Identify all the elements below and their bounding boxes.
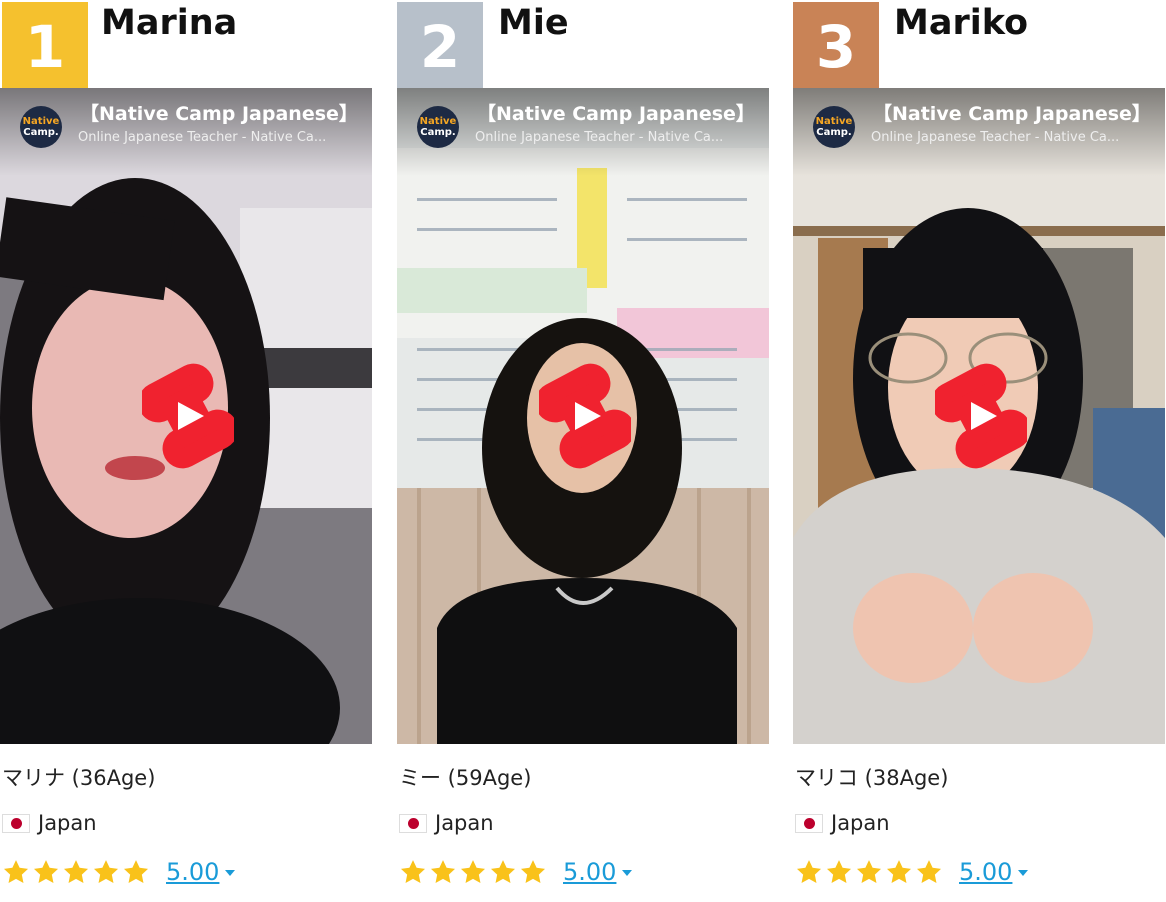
star-icon: [429, 858, 457, 886]
teacher-ranking: 1 Marina Native Camp. 【Native Camp Japan…: [0, 0, 1166, 902]
video-title[interactable]: 【Native Camp Japanese】: [477, 102, 751, 126]
teacher-card-3: 3 Mariko Native Camp. 【Native Camp Japan…: [793, 0, 1165, 902]
rank-badge: 1: [2, 2, 88, 88]
country-label: Japan: [38, 811, 97, 835]
country-row: Japan: [795, 808, 890, 838]
channel-logo-text: Camp.: [23, 127, 59, 138]
japan-flag-icon: [399, 813, 427, 833]
youtube-shorts-play-icon[interactable]: [142, 362, 234, 470]
star-icon: [92, 858, 120, 886]
rank-badge: 2: [397, 2, 483, 88]
star-rating: [2, 858, 150, 886]
teacher-name-age: マリナ (36Age): [2, 766, 156, 790]
star-icon: [2, 858, 30, 886]
star-icon: [825, 858, 853, 886]
channel-logo[interactable]: Native Camp.: [813, 106, 855, 148]
channel-logo[interactable]: Native Camp.: [20, 106, 62, 148]
teacher-name[interactable]: Mie: [498, 0, 569, 46]
star-icon: [855, 858, 883, 886]
country-row: Japan: [2, 808, 97, 838]
rating-score-link[interactable]: 5.00: [166, 858, 219, 886]
star-icon: [885, 858, 913, 886]
video-thumbnail[interactable]: Native Camp. 【Native Camp Japanese】 Onli…: [793, 88, 1165, 744]
japan-flag-icon: [795, 813, 823, 833]
video-subtitle: Online Japanese Teacher - Native Ca...: [871, 130, 1120, 145]
video-thumbnail[interactable]: Native Camp. 【Native Camp Japanese】 Onli…: [397, 88, 769, 744]
channel-logo-text: Native: [22, 116, 60, 127]
teacher-card-2: 2 Mie Native Camp. 【Native Camp Japanese…: [397, 0, 769, 902]
rating-row: 5.00: [795, 852, 1029, 892]
video-thumbnail[interactable]: Native Camp. 【Native Camp Japanese】 Onli…: [0, 88, 372, 744]
channel-logo-text: Camp.: [816, 127, 852, 138]
star-icon: [459, 858, 487, 886]
chevron-down-icon[interactable]: [1018, 870, 1029, 876]
channel-logo-text: Native: [419, 116, 457, 127]
country-label: Japan: [831, 811, 890, 835]
teacher-name[interactable]: Mariko: [894, 0, 1028, 46]
youtube-shorts-play-icon[interactable]: [539, 362, 631, 470]
star-rating: [795, 858, 943, 886]
video-title[interactable]: 【Native Camp Japanese】: [80, 102, 354, 126]
star-icon: [399, 858, 427, 886]
star-rating: [399, 858, 547, 886]
star-icon: [32, 858, 60, 886]
chevron-down-icon[interactable]: [622, 870, 633, 876]
video-subtitle: Online Japanese Teacher - Native Ca...: [475, 130, 724, 145]
star-icon: [915, 858, 943, 886]
channel-logo-text: Native: [815, 116, 853, 127]
teacher-card-1: 1 Marina Native Camp. 【Native Camp Japan…: [0, 0, 372, 902]
youtube-shorts-play-icon[interactable]: [935, 362, 1027, 470]
channel-logo[interactable]: Native Camp.: [417, 106, 459, 148]
chevron-down-icon[interactable]: [225, 870, 236, 876]
rank-badge: 3: [793, 2, 879, 88]
rating-row: 5.00: [399, 852, 633, 892]
video-subtitle: Online Japanese Teacher - Native Ca...: [78, 130, 327, 145]
country-row: Japan: [399, 808, 494, 838]
teacher-name-age: マリコ (38Age): [795, 766, 949, 790]
rating-score-link[interactable]: 5.00: [959, 858, 1012, 886]
teacher-name[interactable]: Marina: [101, 0, 237, 46]
star-icon: [795, 858, 823, 886]
star-icon: [519, 858, 547, 886]
star-icon: [489, 858, 517, 886]
star-icon: [122, 858, 150, 886]
teacher-name-age: ミー (59Age): [399, 766, 532, 790]
country-label: Japan: [435, 811, 494, 835]
video-title[interactable]: 【Native Camp Japanese】: [873, 102, 1147, 126]
star-icon: [62, 858, 90, 886]
rating-row: 5.00: [2, 852, 236, 892]
channel-logo-text: Camp.: [420, 127, 456, 138]
japan-flag-icon: [2, 813, 30, 833]
rating-score-link[interactable]: 5.00: [563, 858, 616, 886]
